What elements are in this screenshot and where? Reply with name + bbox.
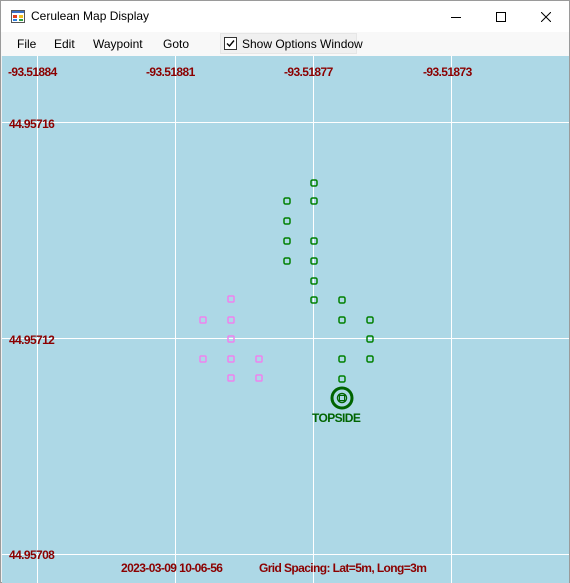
latitude-label: 44.95708 <box>9 548 55 562</box>
checkmark-icon <box>226 40 235 48</box>
main-window: Cerulean Map Display File Edit Waypoint … <box>0 0 570 583</box>
green-waypoint-marker[interactable] <box>338 296 346 304</box>
close-icon <box>541 11 551 22</box>
green-waypoint-marker[interactable] <box>283 217 291 225</box>
pink-waypoint-marker[interactable] <box>199 355 207 363</box>
latitude-label: 44.95716 <box>9 117 55 131</box>
window-title: Cerulean Map Display <box>31 9 150 23</box>
green-waypoint-marker[interactable] <box>283 197 291 205</box>
status-grid-spacing: Grid Spacing: Lat=5m, Long=3m <box>259 561 426 575</box>
longitude-label: -93.51881 <box>146 65 196 79</box>
green-waypoint-marker[interactable] <box>338 316 346 324</box>
pink-waypoint-marker[interactable] <box>255 374 263 382</box>
grid-lines <box>2 56 569 583</box>
topside-target-icon[interactable] <box>330 386 354 410</box>
longitude-label: -93.51873 <box>423 65 473 79</box>
green-waypoint-marker[interactable] <box>283 257 291 265</box>
title-bar[interactable]: Cerulean Map Display <box>1 1 569 32</box>
show-options-toggle[interactable]: Show Options Window <box>220 33 363 54</box>
maximize-icon <box>496 11 506 22</box>
show-options-checkbox[interactable] <box>224 37 237 50</box>
pink-waypoint-marker[interactable] <box>227 316 235 324</box>
menu-goto[interactable]: Goto <box>163 37 189 51</box>
green-waypoint-marker[interactable] <box>366 355 374 363</box>
pink-waypoint-marker[interactable] <box>227 355 235 363</box>
minimize-button[interactable] <box>433 1 479 32</box>
green-waypoint-marker[interactable] <box>283 237 291 245</box>
maximize-button[interactable] <box>478 1 524 32</box>
latitude-label: 44.95712 <box>9 333 55 347</box>
green-waypoint-marker[interactable] <box>338 355 346 363</box>
app-icon <box>11 10 25 23</box>
pink-waypoint-marker[interactable] <box>199 316 207 324</box>
pink-waypoint-marker[interactable] <box>227 374 235 382</box>
green-waypoint-marker[interactable] <box>338 375 346 383</box>
status-timestamp: 2023-03-09 10-06-56 <box>121 561 223 575</box>
map-canvas[interactable]: -93.51884 -93.51881 -93.51877 -93.51873 … <box>2 56 569 583</box>
minimize-icon <box>451 16 461 18</box>
close-button[interactable] <box>523 1 569 32</box>
menu-edit[interactable]: Edit <box>54 37 75 51</box>
topside-label: TOPSIDE <box>312 411 361 425</box>
longitude-label: -93.51877 <box>284 65 334 79</box>
menu-file[interactable]: File <box>17 37 36 51</box>
map-svg: -93.51884 -93.51881 -93.51877 -93.51873 … <box>2 56 569 583</box>
longitude-label: -93.51884 <box>8 65 58 79</box>
green-waypoint-marker[interactable] <box>366 316 374 324</box>
show-options-label: Show Options Window <box>242 37 363 51</box>
menu-waypoint[interactable]: Waypoint <box>93 37 143 51</box>
green-waypoints <box>283 179 374 383</box>
pink-waypoint-marker[interactable] <box>227 295 235 303</box>
pink-waypoint-marker[interactable] <box>255 355 263 363</box>
